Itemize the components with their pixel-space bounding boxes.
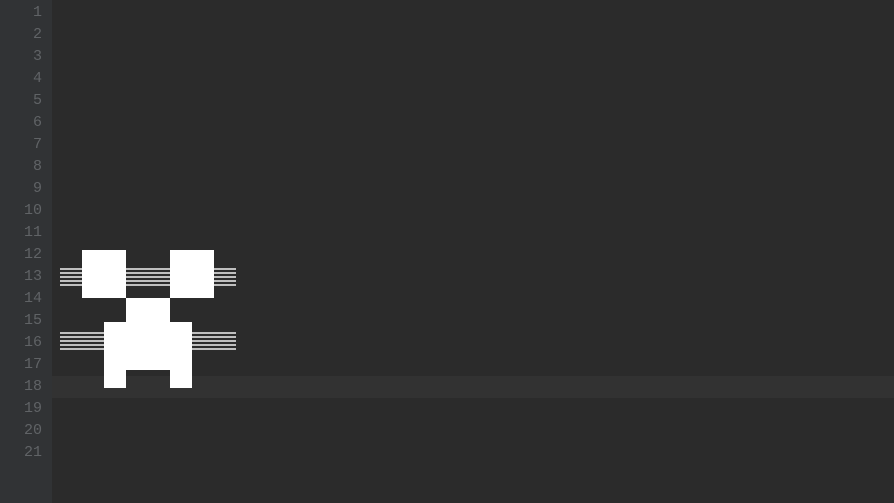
line-number: 2 xyxy=(0,24,42,46)
line-number: 21 xyxy=(0,442,42,464)
line-number: 15 xyxy=(0,310,42,332)
line-number: 11 xyxy=(0,222,42,244)
line-number: 13 xyxy=(0,266,42,288)
line-number: 8 xyxy=(0,156,42,178)
line-number: 3 xyxy=(0,46,42,68)
line-number: 16 xyxy=(0,332,42,354)
line-number: 7 xyxy=(0,134,42,156)
line-number: 18 xyxy=(0,376,42,398)
line-number: 20 xyxy=(0,420,42,442)
line-number-gutter: 1 2 3 4 5 6 7 8 9 10 11 12 13 14 15 16 1… xyxy=(0,0,52,503)
line-number: 5 xyxy=(0,90,42,112)
creeper-ascii-art xyxy=(60,200,236,398)
line-number: 14 xyxy=(0,288,42,310)
line-number: 1 xyxy=(0,2,42,24)
code-line[interactable] xyxy=(60,442,894,464)
line-number: 4 xyxy=(0,68,42,90)
line-number: 6 xyxy=(0,112,42,134)
line-number: 10 xyxy=(0,200,42,222)
line-number: 19 xyxy=(0,398,42,420)
ascii-art-region xyxy=(60,156,894,354)
line-number: 9 xyxy=(0,178,42,200)
line-number: 12 xyxy=(0,244,42,266)
code-editor[interactable]: echo -e "${greenColour}"'Adding the alia… xyxy=(52,0,894,503)
line-number: 17 xyxy=(0,354,42,376)
